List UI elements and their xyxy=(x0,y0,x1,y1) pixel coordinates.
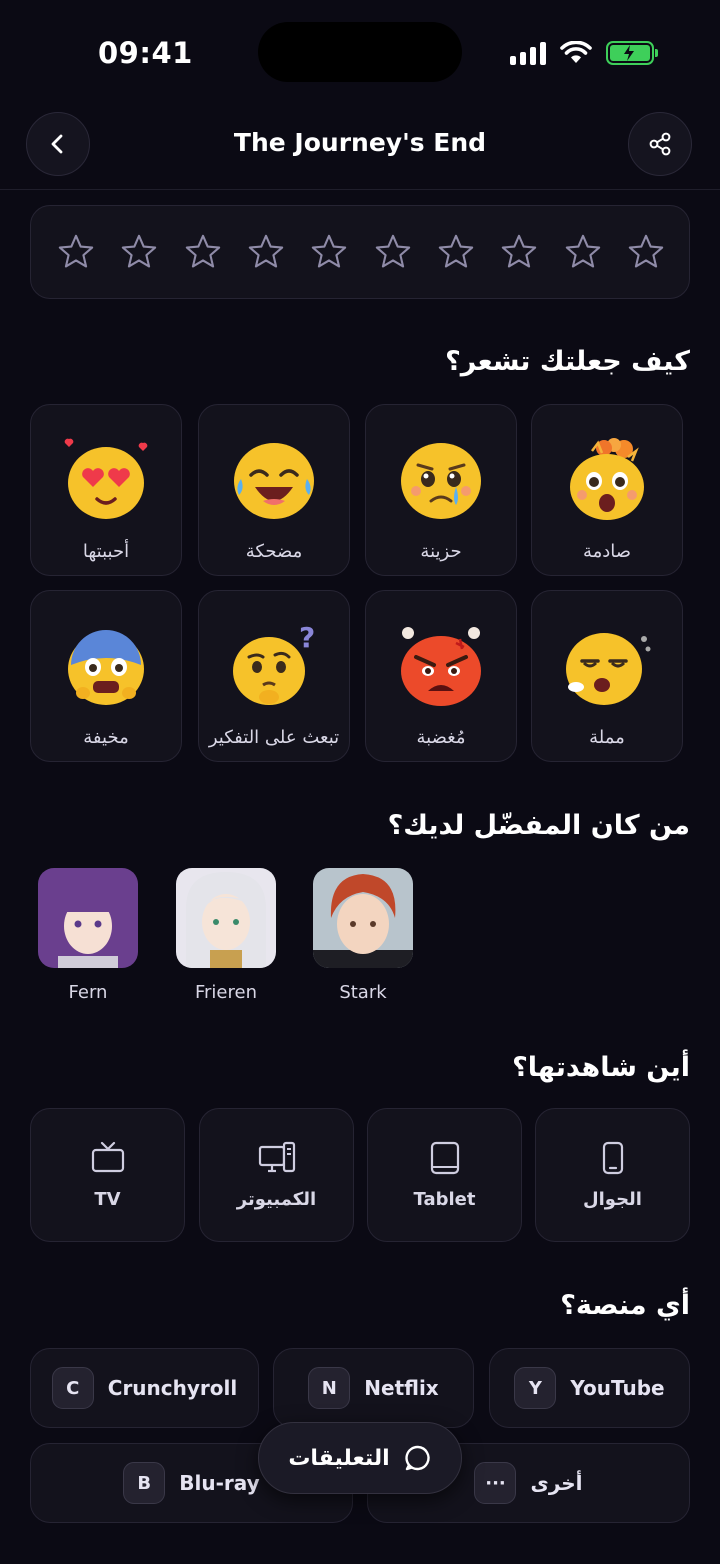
star-icon[interactable] xyxy=(627,233,665,271)
platform-crunchyroll[interactable]: C Crunchyroll xyxy=(30,1348,259,1428)
bored-emoji-icon xyxy=(566,633,651,705)
star-icon[interactable] xyxy=(184,233,222,271)
platform-label: Netflix xyxy=(364,1376,439,1400)
comments-button[interactable]: التعليقات xyxy=(258,1422,462,1494)
star-icon[interactable] xyxy=(247,233,285,271)
platform-label: Crunchyroll xyxy=(107,1376,238,1400)
watch-option-label: الكمبيوتر xyxy=(236,1189,317,1210)
scared-emoji-icon xyxy=(68,630,144,705)
star-icon[interactable] xyxy=(437,233,475,271)
share-button[interactable] xyxy=(628,112,692,176)
mood-boring[interactable]: مملة xyxy=(531,590,683,762)
more-icon: ··· xyxy=(474,1462,517,1504)
mood-label: أحببتها xyxy=(82,541,130,562)
back-button[interactable] xyxy=(26,112,90,176)
platform-label: Blu-ray xyxy=(179,1471,260,1495)
mood-funny[interactable]: مضحكة xyxy=(198,404,350,576)
mood-sad[interactable]: حزينة xyxy=(365,404,517,576)
svg-text:?: ? xyxy=(299,621,315,654)
star-icon[interactable] xyxy=(310,233,348,271)
platform-label: YouTube xyxy=(570,1376,665,1400)
star-icon[interactable] xyxy=(500,233,538,271)
angry-emoji-icon xyxy=(401,627,481,706)
comments-label: التعليقات xyxy=(288,1445,390,1471)
cellular-signal-icon xyxy=(510,41,546,65)
mood-loved[interactable]: أحببتها xyxy=(30,404,182,576)
tv-icon xyxy=(91,1141,124,1173)
mood-label: مضحكة xyxy=(245,541,303,562)
thinking-emoji-icon: ? xyxy=(233,621,315,705)
star-icon[interactable] xyxy=(564,233,602,271)
battery-charging-icon xyxy=(606,41,658,65)
mood-angry[interactable]: مُغضبة xyxy=(365,590,517,762)
dynamic-island xyxy=(258,22,462,82)
laughing-emoji-icon xyxy=(234,443,314,519)
character-frieren[interactable]: Frieren xyxy=(176,868,276,1003)
character-stark[interactable]: Stark xyxy=(313,868,413,1003)
watch-option-tv[interactable]: TV xyxy=(30,1108,185,1242)
status-time: 09:41 xyxy=(98,36,193,70)
watch-option-phone[interactable]: الجوال xyxy=(535,1108,690,1242)
character-avatar xyxy=(38,868,138,968)
watch-option-label: الجوال xyxy=(583,1189,642,1210)
character-name: Fern xyxy=(68,982,108,1003)
shocked-emoji-icon xyxy=(570,438,644,520)
mood-shocked[interactable]: صادمة xyxy=(531,404,683,576)
platform-label: أخرى xyxy=(530,1471,583,1495)
watch-option-computer[interactable]: الكمبيوتر xyxy=(199,1108,354,1242)
platform-badge: N xyxy=(308,1367,351,1409)
character-fern[interactable]: Fern xyxy=(38,868,138,1003)
mood-label: تبعث على التفكير xyxy=(208,727,340,748)
header-divider xyxy=(0,189,720,190)
watch-option-label: Tablet xyxy=(413,1189,476,1210)
mood-label: مخيفة xyxy=(83,727,129,748)
computer-icon xyxy=(258,1141,295,1173)
platform-netflix[interactable]: N Netflix xyxy=(273,1348,474,1428)
mood-label: مملة xyxy=(589,727,625,748)
heart-eyes-emoji-icon xyxy=(64,438,148,519)
character-name: Stark xyxy=(339,982,387,1003)
tablet-icon xyxy=(430,1141,459,1175)
platform-badge: Y xyxy=(514,1367,557,1409)
moods-title: كيف جعلتك تشعر؟ xyxy=(445,346,690,377)
watch-option-tablet[interactable]: Tablet xyxy=(367,1108,522,1242)
character-name: Frieren xyxy=(194,982,257,1003)
watched-on-title: أين شاهدتها؟ xyxy=(512,1052,690,1083)
star-rating xyxy=(30,205,690,299)
mood-label: مُغضبة xyxy=(416,727,466,748)
status-icons xyxy=(510,38,658,68)
mood-label: صادمة xyxy=(582,541,632,562)
share-icon xyxy=(649,132,671,156)
wifi-icon xyxy=(560,41,592,63)
favorites-title: من كان المفضّل لديك؟ xyxy=(387,810,690,841)
platform-badge: B xyxy=(123,1462,166,1504)
chat-bubble-icon xyxy=(405,1445,430,1471)
chevron-left-icon xyxy=(51,134,63,154)
watch-option-label: TV xyxy=(94,1189,121,1210)
sad-emoji-icon xyxy=(401,443,481,519)
star-icon[interactable] xyxy=(57,233,95,271)
mood-label: حزينة xyxy=(420,541,462,562)
mood-scary[interactable]: مخيفة xyxy=(30,590,182,762)
page-title: The Journey's End xyxy=(233,128,487,157)
platform-youtube[interactable]: Y YouTube xyxy=(489,1348,690,1428)
platforms-title: أي منصة؟ xyxy=(560,1290,690,1321)
star-icon[interactable] xyxy=(120,233,158,271)
star-icon[interactable] xyxy=(374,233,412,271)
platform-badge: C xyxy=(51,1367,94,1409)
mood-thought-provoking[interactable]: ? تبعث على التفكير xyxy=(198,590,350,762)
character-avatar xyxy=(176,868,276,968)
character-avatar xyxy=(313,868,413,968)
phone-icon xyxy=(602,1141,623,1175)
